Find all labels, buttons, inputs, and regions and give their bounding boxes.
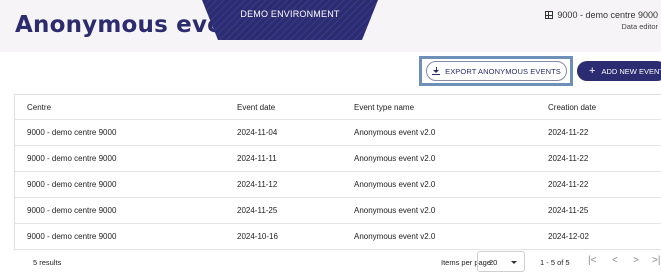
demo-environment-banner: DEMO ENVIRONMENT: [202, 0, 378, 40]
cell-creation-date: 2024-11-25: [548, 206, 589, 215]
cell-centre: 9000 - demo centre 9000: [27, 128, 117, 137]
centre-name: 9000 - demo centre 9000: [557, 10, 658, 20]
table-pagination: 5 results Items per page: 20 1 - 5 of 5 …: [14, 251, 661, 274]
table-row[interactable]: 9000 - demo centre 9000 2024-11-11 Anony…: [15, 146, 661, 172]
cell-event-date: 2024-11-11: [237, 154, 277, 163]
cell-event-date: 2024-10-16: [237, 232, 278, 241]
items-per-page-value: 20: [489, 258, 498, 267]
cell-event-date: 2024-11-04: [237, 128, 278, 137]
cell-event-type: Anonymous event v2.0: [354, 154, 436, 163]
table-row[interactable]: 9000 - demo centre 9000 2024-11-25 Anony…: [15, 198, 661, 224]
column-header-creation-date[interactable]: Creation date: [548, 95, 596, 119]
cell-event-type: Anonymous event v2.0: [354, 180, 436, 189]
events-table: Centre Event date Event type name Creati…: [14, 94, 661, 250]
table-row[interactable]: 9000 - demo centre 9000 2024-10-16 Anony…: [15, 224, 661, 250]
column-header-event-type[interactable]: Event type name: [354, 95, 414, 119]
next-page-icon[interactable]: >: [633, 255, 639, 266]
table-row[interactable]: 9000 - demo centre 9000 2024-11-04 Anony…: [15, 120, 661, 146]
cell-creation-date: 2024-12-02: [548, 232, 589, 241]
cell-centre: 9000 - demo centre 9000: [27, 180, 117, 189]
cell-creation-date: 2024-11-22: [548, 154, 589, 163]
plus-icon: +: [589, 64, 596, 77]
page-range: 1 - 5 of 5: [540, 258, 570, 267]
cell-event-type: Anonymous event v2.0: [354, 206, 436, 215]
column-header-event-date[interactable]: Event date: [237, 95, 275, 119]
export-anonymous-events-button[interactable]: EXPORT ANONYMOUS EVENTS: [426, 61, 567, 81]
grid-icon: [544, 11, 553, 19]
cell-centre: 9000 - demo centre 9000: [27, 154, 117, 163]
add-new-event-button[interactable]: + ADD NEW EVENT: [577, 61, 661, 81]
download-icon: [432, 66, 441, 76]
cell-event-date: 2024-11-25: [237, 206, 278, 215]
cell-centre: 9000 - demo centre 9000: [27, 206, 117, 215]
export-button-label: EXPORT ANONYMOUS EVENTS: [445, 66, 561, 76]
centre-selector[interactable]: 9000 - demo centre 9000 Data editor: [544, 10, 658, 31]
user-role: Data editor: [621, 22, 658, 31]
cell-event-type: Anonymous event v2.0: [354, 128, 436, 137]
page-header: Anonymous events DEMO ENVIRONMENT 9000 -…: [0, 0, 661, 52]
previous-page-icon[interactable]: <: [612, 255, 618, 266]
banner-label: DEMO ENVIRONMENT: [240, 9, 340, 19]
results-count: 5 results: [33, 258, 62, 267]
cell-creation-date: 2024-11-22: [548, 128, 589, 137]
cell-event-type: Anonymous event v2.0: [354, 232, 436, 241]
add-button-label: ADD NEW EVENT: [601, 66, 661, 76]
caret-down-icon: [511, 261, 517, 264]
table-row[interactable]: 9000 - demo centre 9000 2024-11-12 Anony…: [15, 172, 661, 198]
items-per-page-select[interactable]: 20: [477, 251, 525, 272]
cell-event-date: 2024-11-12: [237, 180, 278, 189]
cell-centre: 9000 - demo centre 9000: [27, 232, 117, 241]
last-page-icon[interactable]: >|: [652, 255, 660, 266]
table-header-row: Centre Event date Event type name Creati…: [15, 95, 661, 120]
column-header-centre[interactable]: Centre: [27, 95, 51, 119]
cell-creation-date: 2024-11-22: [548, 180, 589, 189]
first-page-icon[interactable]: |<: [588, 255, 596, 266]
